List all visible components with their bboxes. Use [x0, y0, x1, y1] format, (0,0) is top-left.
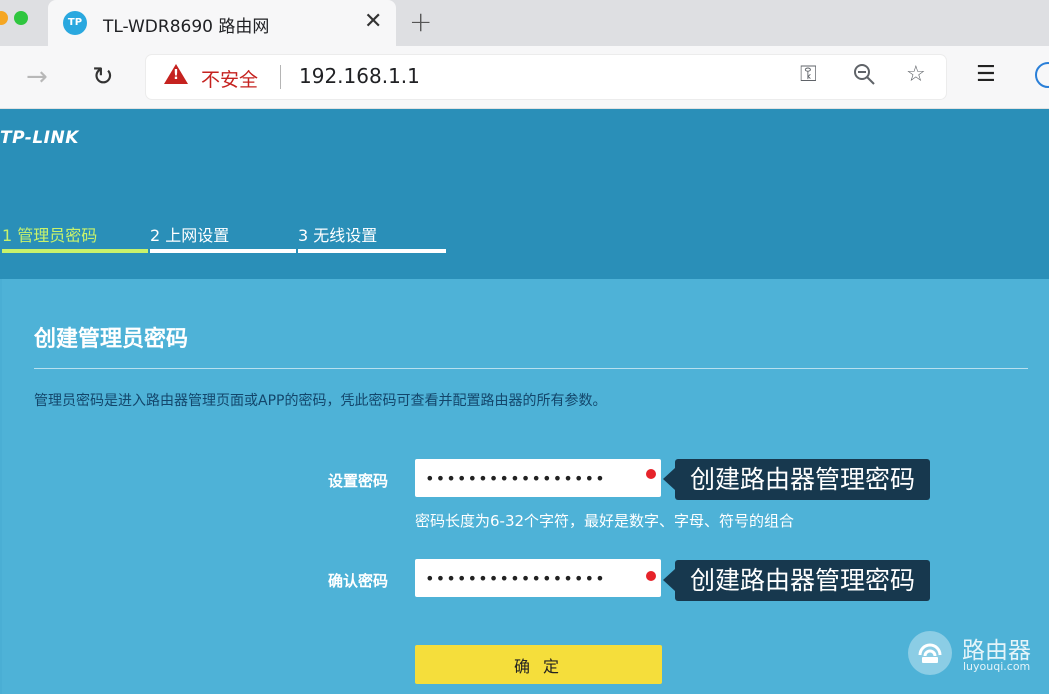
tp-link-favicon-icon: TP [63, 11, 87, 35]
section-title: 创建管理员密码 [34, 327, 189, 352]
set-password-input[interactable] [415, 459, 661, 497]
zoom-out-icon[interactable] [852, 62, 878, 94]
star-icon[interactable]: ☆ [906, 62, 926, 87]
required-dot-icon [646, 469, 656, 479]
reload-icon[interactable]: ↻ [92, 62, 114, 92]
watermark-domain: luyouqi.com [963, 660, 1031, 673]
favorites-icon[interactable]: ☰ [976, 62, 996, 87]
address-bar[interactable] [146, 55, 946, 99]
section-divider [34, 368, 1028, 369]
url-text[interactable]: 192.168.1.1 [299, 64, 420, 88]
confirm-button[interactable]: 确 定 [415, 645, 662, 684]
confirm-password-input[interactable] [415, 559, 661, 597]
new-tab-button[interactable]: + [409, 5, 432, 38]
omnibox-separator [280, 65, 281, 89]
tab-title: TL-WDR8690 路由网 [103, 17, 270, 37]
step-wireless-setup[interactable]: 3 无线设置 [298, 222, 377, 246]
security-status[interactable]: 不安全 [201, 65, 258, 92]
forward-arrow-icon[interactable]: → [26, 62, 48, 92]
step-indicator [298, 249, 446, 253]
required-dot-icon [646, 571, 656, 581]
key-icon[interactable]: ⚿ [800, 62, 817, 87]
step-indicator-active [2, 249, 148, 253]
confirm-password-label: 确认密码 [328, 572, 389, 590]
password-tooltip: 创建路由器管理密码 [662, 459, 931, 500]
step-internet-setup[interactable]: 2 上网设置 [150, 222, 229, 246]
warning-exclamation: ! [173, 68, 179, 83]
step-admin-password[interactable]: 1 管理员密码 [2, 222, 97, 246]
tab-close-icon[interactable]: ✕ [364, 9, 382, 34]
router-header [0, 109, 1049, 279]
password-hint: 密码长度为6-32个字符，最好是数字、字母、符号的组合 [415, 512, 795, 530]
window-maximize-button[interactable] [14, 11, 28, 25]
set-password-label: 设置密码 [328, 472, 389, 490]
step-indicator [150, 249, 296, 253]
tp-link-logo: TP-LINK [0, 128, 79, 148]
confirm-password-tooltip: 创建路由器管理密码 [662, 560, 931, 601]
description-text: 管理员密码是进入路由器管理页面或APP的密码，凭此密码可查看并配置路由器的所有参… [34, 393, 607, 409]
watermark-logo-icon [908, 631, 952, 675]
